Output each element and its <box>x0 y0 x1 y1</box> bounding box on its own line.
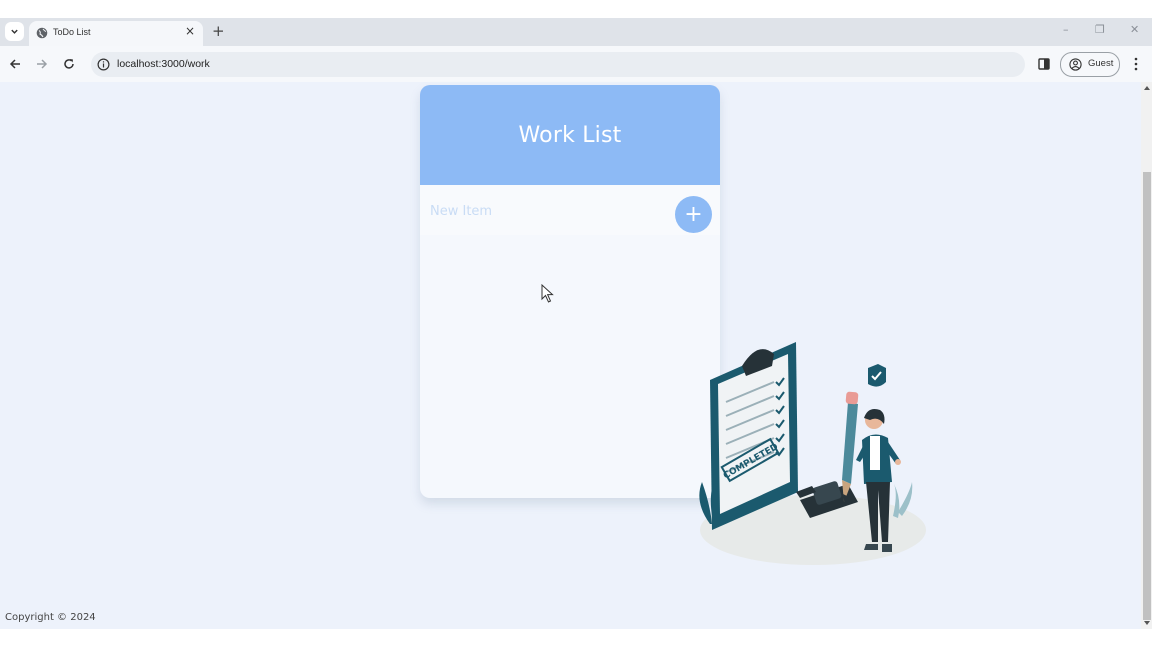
bottom-strip <box>0 629 1152 648</box>
info-icon[interactable] <box>97 58 110 71</box>
user-circle-icon <box>1069 58 1082 71</box>
scrollbar-thumb[interactable] <box>1143 172 1151 620</box>
close-tab-icon[interactable]: × <box>185 24 195 38</box>
side-panel-icon[interactable] <box>1038 58 1050 70</box>
back-button[interactable] <box>7 56 23 72</box>
reload-button[interactable] <box>61 56 77 72</box>
forward-button[interactable] <box>34 56 50 72</box>
check-shield-icon <box>868 364 886 387</box>
new-item-input[interactable] <box>428 193 672 229</box>
tab-search-button[interactable] <box>5 22 24 41</box>
card-header: Work List <box>420 85 720 185</box>
pencil-icon <box>842 391 859 502</box>
restore-icon[interactable]: ❐ <box>1095 23 1105 36</box>
list-title: Work List <box>518 122 622 148</box>
completed-checklist-illustration: COMPLETED <box>699 342 926 565</box>
browser-toolbar: localhost:3000/work Guest <box>0 46 1152 82</box>
add-item-button[interactable]: + <box>675 196 712 233</box>
new-tab-button[interactable]: + <box>212 21 225 41</box>
tab-strip: ToDo List × + – ❐ ✕ <box>0 18 1152 46</box>
arrow-left-icon <box>9 59 20 69</box>
globe-icon <box>36 27 48 39</box>
arrow-right-icon <box>37 59 48 69</box>
profile-label: Guest <box>1088 58 1114 69</box>
reload-icon <box>64 59 74 69</box>
url-text[interactable]: localhost:3000/work <box>117 58 210 70</box>
plus-icon: + <box>684 201 703 227</box>
window-close-icon[interactable]: ✕ <box>1130 23 1139 36</box>
chevron-down-icon <box>11 29 18 34</box>
copyright-text: Copyright © 2024 <box>5 612 96 623</box>
scroll-up-arrow-icon[interactable] <box>1144 86 1150 90</box>
profile-button[interactable]: Guest <box>1060 52 1120 77</box>
browser-tab[interactable]: ToDo List × <box>29 21 203 46</box>
page-viewport: Work List + <box>0 82 1141 629</box>
vertical-scrollbar[interactable] <box>1141 82 1152 629</box>
tab-title: ToDo List <box>53 27 91 37</box>
scroll-down-arrow-icon[interactable] <box>1144 621 1150 625</box>
more-vert-icon[interactable] <box>1133 57 1139 71</box>
todo-card: Work List + <box>420 85 720 498</box>
mouse-cursor-icon <box>541 284 554 303</box>
minimize-icon[interactable]: – <box>1063 23 1069 36</box>
address-bar[interactable]: localhost:3000/work <box>91 52 1025 77</box>
